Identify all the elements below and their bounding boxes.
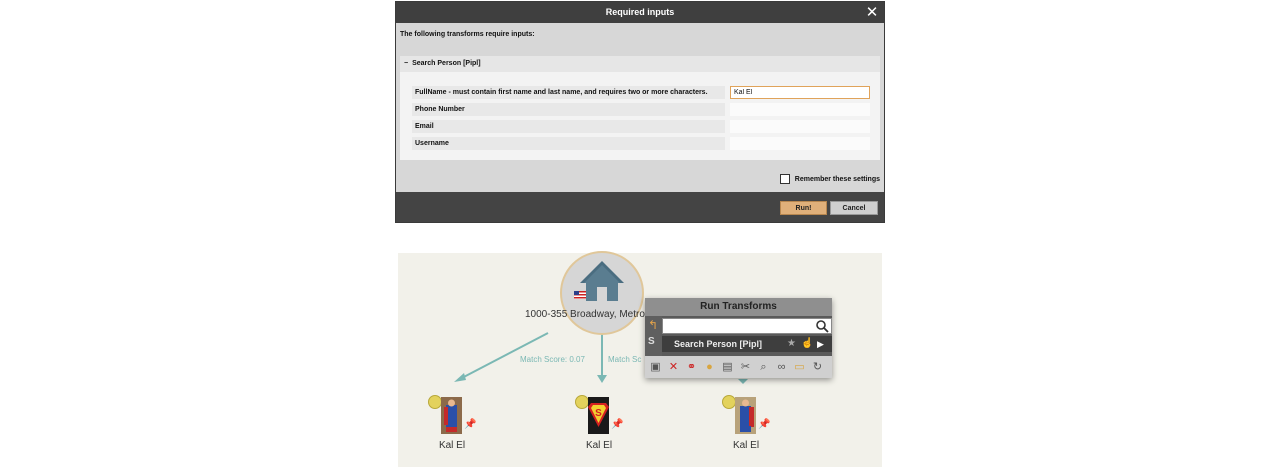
collapse-icon[interactable]: −: [404, 56, 408, 72]
node-indicator-dot: [575, 395, 589, 409]
run-transforms-popup: Run Transforms ↰ S Search Person [Pipl] …: [645, 298, 832, 378]
side-label: S: [648, 336, 655, 347]
close-icon[interactable]: ✕: [864, 2, 880, 23]
transform-search-input[interactable]: [662, 318, 832, 334]
transform-section: − Search Person [Pipl] FullName - must co…: [400, 56, 880, 160]
popup-side-bar: ↰ S: [645, 316, 662, 360]
username-input[interactable]: [730, 137, 870, 150]
phone-label: Phone Number: [412, 103, 725, 116]
edge-right-arrow: [738, 379, 748, 384]
pin-icon[interactable]: 📌: [758, 419, 770, 430]
edge-left-arrow: [454, 373, 466, 382]
back-arrow-icon[interactable]: ↰: [648, 318, 658, 332]
field-row-username: Username: [412, 137, 870, 150]
remember-checkbox[interactable]: [779, 174, 790, 184]
fullname-input[interactable]: [730, 86, 870, 99]
superman-image: [735, 397, 756, 434]
refresh-icon[interactable]: ↻: [810, 360, 825, 375]
run-button[interactable]: Run!: [780, 201, 827, 215]
cancel-button[interactable]: Cancel: [830, 201, 878, 215]
node-indicator-dot: [722, 395, 736, 409]
field-row-fullname: FullName - must contain first name and l…: [412, 86, 870, 99]
bubble-icon[interactable]: ●: [702, 360, 717, 375]
superman-logo-image: S: [588, 397, 609, 434]
clipboard-icon[interactable]: ▤: [720, 360, 735, 375]
field-row-email: Email: [412, 120, 870, 133]
attach-icon[interactable]: ⌕: [756, 360, 771, 375]
phone-input[interactable]: [730, 103, 870, 116]
remember-label: Remember these settings: [794, 175, 880, 183]
transform-item[interactable]: Search Person [Pipl] ★ ☝ ▶: [662, 336, 832, 352]
person-name: Kal El: [438, 440, 466, 451]
fullname-label: FullName - must contain first name and l…: [412, 86, 725, 99]
play-arrow-icon[interactable]: ▶: [817, 336, 824, 352]
dialog-footer: Run! Cancel: [396, 192, 884, 222]
address-node[interactable]: [560, 251, 644, 335]
hand-pointer-icon[interactable]: ☝: [801, 336, 813, 352]
transform-item-label: Search Person [Pipl]: [674, 339, 763, 349]
pin-icon[interactable]: 📌: [611, 419, 623, 430]
star-icon[interactable]: ★: [787, 336, 796, 352]
dialog-intro: The following transforms require inputs:: [400, 31, 535, 38]
email-label: Email: [412, 120, 725, 133]
popup-toolbar: ▣ ✕ ⚭ ● ▤ ✂ ⌕ ∞ ▭ ↻: [645, 356, 832, 378]
pin-icon[interactable]: 📌: [464, 419, 476, 430]
delete-icon[interactable]: ✕: [666, 360, 681, 375]
cut-icon[interactable]: ✂: [738, 360, 753, 375]
copy-icon[interactable]: ▣: [648, 360, 663, 375]
person-name: Kal El: [732, 440, 760, 451]
username-label: Username: [412, 137, 725, 150]
field-row-phone: Phone Number: [412, 103, 870, 116]
match-score-label: Match Score: 0.07: [520, 355, 585, 364]
match-score-label-partial: Match Sc: [608, 355, 642, 364]
section-title: Search Person [Pipl]: [412, 60, 481, 67]
address-label: 1000-355 Broadway, Metro: [525, 309, 645, 320]
email-input[interactable]: [730, 120, 870, 133]
screen-icon[interactable]: ▭: [792, 360, 807, 375]
dialog-title: Required inputs: [396, 2, 884, 23]
required-inputs-dialog: Required inputs ✕ The following transfor…: [395, 1, 885, 223]
us-flag-icon: [574, 291, 586, 299]
remember-settings[interactable]: Remember these settings: [779, 174, 880, 184]
section-header[interactable]: − Search Person [Pipl]: [400, 56, 880, 72]
superman-image: [441, 397, 462, 434]
search-icon[interactable]: [815, 319, 829, 333]
svg-text:S: S: [595, 408, 602, 419]
link-icon[interactable]: ∞: [774, 360, 789, 375]
merge-icon[interactable]: ⚭: [684, 360, 699, 375]
node-indicator-dot: [428, 395, 442, 409]
person-name: Kal El: [585, 440, 613, 451]
edge-middle-arrow: [597, 375, 607, 383]
run-transforms-title: Run Transforms: [645, 298, 832, 316]
